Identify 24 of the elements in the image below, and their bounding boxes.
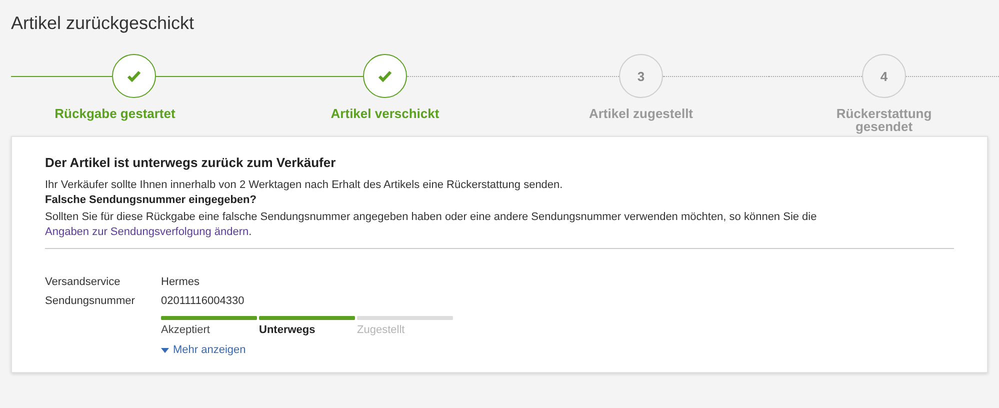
period-text: . — [248, 226, 252, 238]
question-heading: Falsche Sendungsnummer eingegeben? — [45, 193, 258, 208]
tracking-edit-link[interactable]: Angaben zur Sendungsverfolgung ändern — [45, 226, 249, 238]
tracking-label: Akzeptiert — [161, 324, 210, 336]
detail-label: Versandservice — [45, 275, 122, 290]
step-label: Artikel verschickt — [330, 107, 440, 120]
step-label: Rückerstattung gesendet — [835, 107, 933, 133]
tracking-label: Unterwegs — [259, 324, 316, 336]
page-title: Artikel zurückgeschickt — [10, 12, 196, 34]
caret-icon — [161, 348, 169, 352]
explanation-text: Sollten Sie für diese Rückgabe eine falsche Sendungsnummer angegeben haben oder eine andere Sendungsnummer verwenden möchten, so können Sie die — [45, 211, 817, 223]
detail-value: Hermes — [161, 275, 201, 290]
info-text: Ihr Verkäufer sollte Ihnen innerhalb von 2 Werktagen nach Erhalt des Artikels eine Rückerstattung senden. — [45, 178, 564, 193]
step-number: 4 — [880, 68, 888, 84]
show-more-link[interactable]: Mehr anzeigen — [161, 344, 246, 356]
detail-label: Sendungsnummer — [45, 294, 136, 309]
step-label: Artikel zugestellt — [588, 107, 694, 120]
step-number: 3 — [637, 68, 645, 84]
check-icon — [378, 70, 392, 82]
step-label: Rückgabe gestartet — [54, 107, 176, 120]
card-heading: Der Artikel ist unterwegs zurück zum Verkäufer — [45, 155, 337, 170]
detail-value: 02011116004330 — [161, 294, 246, 309]
check-icon — [127, 70, 141, 82]
tracking-label: Zugestellt — [357, 324, 405, 336]
